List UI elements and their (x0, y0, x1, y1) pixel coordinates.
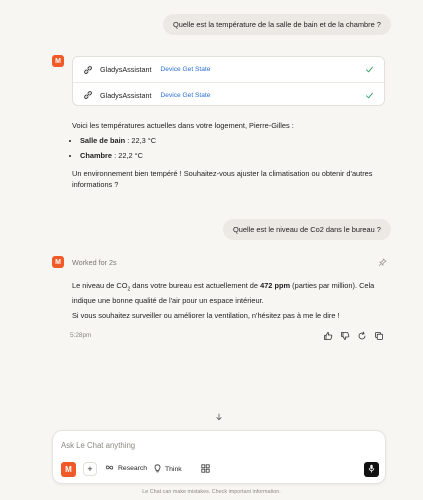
research-label: Research (118, 465, 148, 472)
arrow-down-icon (215, 413, 223, 423)
list-item: Salle de bain : 22,3 °C (80, 133, 156, 148)
tool-name: GladysAssistant (100, 90, 152, 100)
think-label: Think (165, 466, 182, 473)
assistant-avatar: M (52, 55, 64, 67)
microphone-icon (368, 464, 375, 475)
check-icon (365, 91, 374, 100)
copy-icon[interactable] (374, 331, 384, 341)
assistant-avatar: M (52, 256, 64, 268)
mistral-logo-icon: M (65, 465, 72, 474)
tools-button[interactable] (201, 464, 215, 475)
thumbs-up-icon[interactable] (323, 331, 333, 341)
thumbs-down-icon[interactable] (340, 331, 350, 341)
user-message-text: Quelle est le niveau de Co2 dans le bure… (233, 225, 381, 234)
link-icon (83, 90, 93, 100)
mistral-logo-icon: M (55, 57, 61, 65)
link-icon (83, 65, 93, 75)
assistant-co2-answer: Le niveau de CO2 dans votre bureau est a… (72, 281, 375, 306)
chat-input[interactable] (61, 439, 371, 451)
tool-call-row[interactable]: GladysAssistant Device Get State (73, 82, 384, 105)
mistral-logo-icon: M (55, 258, 61, 266)
scroll-down-button[interactable] (213, 412, 225, 424)
message-timestamp: 5:28pm (70, 332, 92, 339)
user-message: Quelle est la température de la salle de… (163, 14, 391, 35)
assistant-intro: Voici les températures actuelles dans vo… (72, 121, 294, 130)
regenerate-icon[interactable] (357, 331, 367, 341)
infinity-icon (105, 464, 118, 473)
user-message-text: Quelle est la température de la salle de… (173, 20, 381, 29)
temperature-list: Salle de bain : 22,3 °C Chambre : 22,2 °… (80, 133, 156, 163)
research-button[interactable]: Research (105, 464, 147, 473)
pin-icon[interactable] (378, 258, 387, 267)
think-button[interactable]: Think (154, 464, 182, 475)
voice-input-button[interactable] (364, 462, 379, 477)
check-icon (365, 65, 374, 74)
disclaimer-text: Le Chat can make mistakes. Check importa… (142, 489, 281, 495)
tool-call-row[interactable]: GladysAssistant Device Get State (73, 57, 384, 82)
plus-icon: + (87, 464, 93, 474)
list-item: Chambre : 22,2 °C (80, 148, 156, 163)
assistant-outro: Un environnement bien tempéré ! Souhaite… (72, 169, 373, 189)
tools-grid-icon (201, 464, 215, 475)
lightbulb-icon (154, 464, 165, 475)
tool-calls-panel: GladysAssistant Device Get State GladysA… (72, 56, 385, 106)
tool-action: Device Get State (160, 91, 211, 99)
user-message: Quelle est le niveau de Co2 dans le bure… (223, 219, 391, 240)
chat-composer: M + Research Think (52, 430, 386, 484)
tool-action: Device Get State (160, 66, 211, 73)
agent-selector-button[interactable]: M (61, 462, 76, 477)
worked-for-label[interactable]: Worked for 2s (72, 258, 117, 267)
tool-name: GladysAssistant (100, 65, 152, 74)
add-attachment-button[interactable]: + (83, 462, 97, 476)
assistant-followup: Si vous souhaitez surveiller ou améliore… (72, 311, 340, 320)
